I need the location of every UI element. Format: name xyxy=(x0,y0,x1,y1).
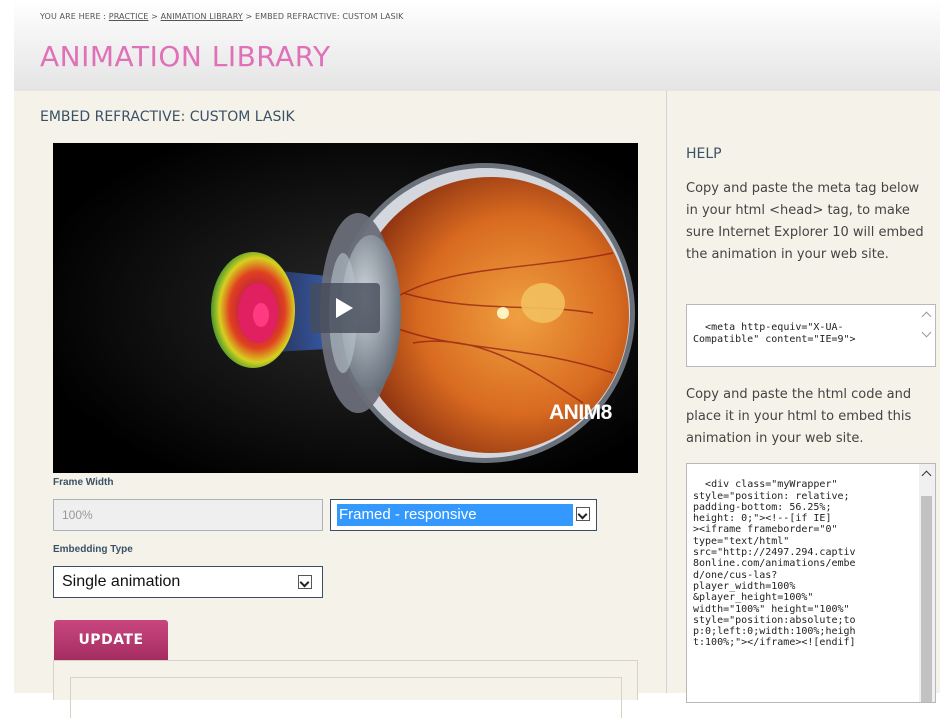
breadcrumb-separator: > xyxy=(245,12,253,21)
help-title: HELP xyxy=(686,146,722,162)
result-inner-panel xyxy=(70,677,622,718)
scrollbar[interactable] xyxy=(919,464,935,702)
chevron-down-icon[interactable] xyxy=(298,575,312,589)
breadcrumb: YOU ARE HERE : PRACTICE > ANIMATION LIBR… xyxy=(40,12,404,21)
frame-type-select[interactable]: Framed - responsive xyxy=(330,499,597,531)
embed-code: <div class="myWrapper" style="position: … xyxy=(693,479,856,649)
scrollbar-thumb[interactable] xyxy=(921,496,932,702)
embedding-type-selected: Single animation xyxy=(62,573,181,590)
help-text-meta: Copy and paste the meta tag below in you… xyxy=(686,181,924,262)
scrollbar[interactable] xyxy=(919,305,935,366)
breadcrumb-separator: > xyxy=(151,12,158,21)
page-title: ANIMATION LIBRARY xyxy=(40,40,331,73)
result-panel xyxy=(53,660,638,718)
frame-type-selected: Framed - responsive xyxy=(337,504,573,526)
scroll-down-icon[interactable] xyxy=(921,327,932,338)
meta-tag-code: <meta http-equiv="X-UA- Compatible" cont… xyxy=(693,322,856,345)
breadcrumb-prefix: YOU ARE HERE : xyxy=(40,12,107,21)
scroll-up-icon[interactable] xyxy=(921,311,932,322)
play-button[interactable] xyxy=(310,283,380,333)
embed-code-box[interactable]: <div class="myWrapper" style="position: … xyxy=(686,463,936,703)
update-button[interactable]: UPDATE xyxy=(54,620,168,660)
breadcrumb-link-practice[interactable]: PRACTICE xyxy=(109,12,149,21)
play-icon xyxy=(336,298,353,318)
chevron-down-icon[interactable] xyxy=(576,507,590,521)
breadcrumb-current: EMBED REFRACTIVE: CUSTOM LASIK xyxy=(254,12,404,21)
meta-tag-code-box[interactable]: <meta http-equiv="X-UA- Compatible" cont… xyxy=(686,304,936,367)
scroll-up-icon[interactable] xyxy=(921,470,932,481)
anim8-watermark: ANIM8 xyxy=(549,401,612,424)
section-title: EMBED REFRACTIVE: CUSTOM LASIK xyxy=(40,109,295,125)
embedding-type-select[interactable]: Single animation xyxy=(53,566,323,598)
frame-width-label: Frame Width xyxy=(53,477,114,488)
help-text-embed: Copy and paste the html code and place i… xyxy=(686,387,912,446)
breadcrumb-link-animation-library[interactable]: ANIMATION LIBRARY xyxy=(161,12,243,21)
frame-width-input[interactable]: 100% xyxy=(53,499,323,531)
embedding-type-label: Embedding Type xyxy=(53,544,133,555)
